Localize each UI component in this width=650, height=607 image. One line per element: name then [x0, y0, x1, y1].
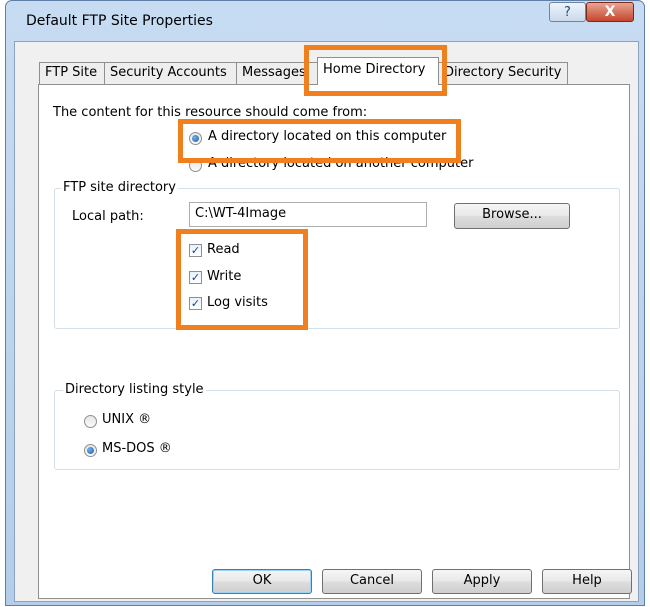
tab-messages[interactable]: Messages [236, 62, 318, 84]
window-title: Default FTP Site Properties [26, 13, 213, 29]
radio-local-directory[interactable] [189, 132, 202, 145]
question-mark-icon: ? [564, 4, 571, 20]
radio-ms-dos[interactable] [84, 444, 97, 457]
close-icon: X [604, 4, 616, 20]
content-source-label: The content for this resource should com… [53, 105, 368, 120]
checkbox-write[interactable]: ✓ [189, 271, 202, 284]
tab-home-directory[interactable]: Home Directory [317, 57, 439, 85]
radio-remote-directory-label[interactable]: A directory located on another computer [208, 156, 473, 171]
radio-unix[interactable] [84, 415, 97, 428]
checkbox-write-label[interactable]: Write [207, 269, 241, 284]
checkbox-read-label[interactable]: Read [207, 242, 240, 257]
directory-listing-style-legend: Directory listing style [63, 382, 206, 397]
directory-listing-style-group [54, 390, 620, 470]
help-button[interactable]: Help [542, 569, 632, 594]
home-directory-panel: The content for this resource should com… [38, 84, 630, 599]
radio-local-directory-label[interactable]: A directory located on this computer [208, 129, 446, 144]
ftp-site-directory-legend: FTP site directory [61, 180, 178, 195]
tab-security-accounts[interactable]: Security Accounts [104, 62, 237, 84]
tab-ftp-site[interactable]: FTP Site [39, 62, 105, 84]
local-path-label: Local path: [72, 209, 144, 224]
title-help-button[interactable]: ? [549, 2, 586, 22]
checkbox-log-visits-label[interactable]: Log visits [207, 295, 268, 310]
dialog-window: Default FTP Site Properties ? X FTP Site… [5, 0, 645, 606]
local-path-input[interactable]: C:\WT-4Image [189, 202, 427, 227]
checkbox-read[interactable]: ✓ [189, 244, 202, 257]
radio-ms-dos-label[interactable]: MS-DOS ® [102, 441, 172, 456]
checkbox-log-visits[interactable]: ✓ [189, 297, 202, 310]
ok-button[interactable]: OK [212, 569, 312, 594]
tab-directory-security[interactable]: Directory Security [438, 62, 568, 84]
radio-unix-label[interactable]: UNIX ® [102, 412, 151, 427]
cancel-button[interactable]: Cancel [322, 569, 422, 594]
title-close-button[interactable]: X [586, 2, 634, 22]
dialog-client-area: FTP Site Security Accounts Messages Home… [14, 41, 639, 602]
radio-remote-directory[interactable] [189, 159, 202, 172]
browse-button[interactable]: Browse... [454, 203, 570, 229]
apply-button[interactable]: Apply [432, 569, 532, 594]
